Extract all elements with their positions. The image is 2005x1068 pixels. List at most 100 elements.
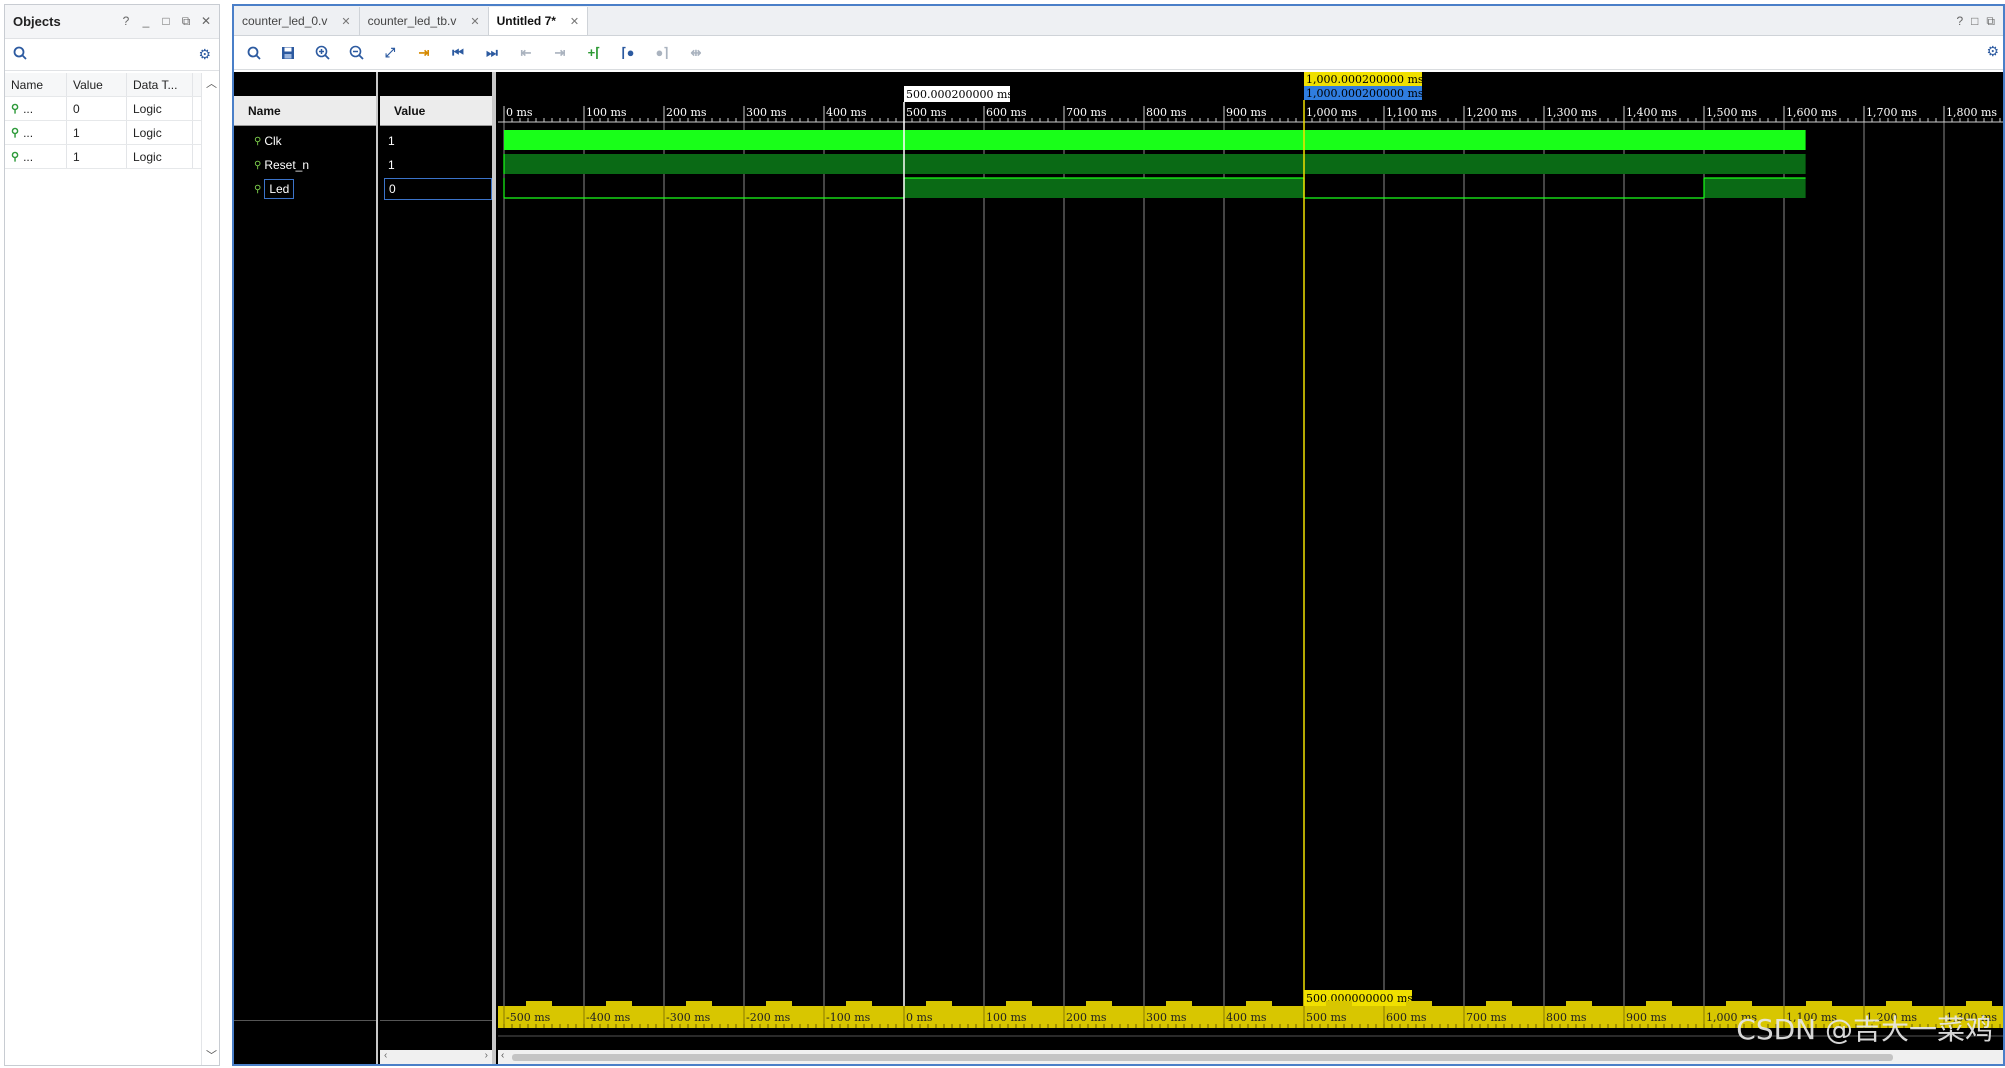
waveform-canvas[interactable]: 0 ms 100 ms 200 ms 300 ms 400 ms 500 ms 600 ms…	[498, 72, 2003, 1068]
ruler-tab	[1566, 1001, 1592, 1006]
next-marker-icon[interactable]: ●⌉	[652, 43, 672, 63]
ruler-tick-label: 600 ms	[986, 106, 1027, 119]
tab-close-icon[interactable]: ✕	[341, 15, 350, 28]
signal-name: Clk	[264, 134, 282, 148]
restore-icon[interactable]: ⧉	[179, 14, 193, 29]
maximize-icon[interactable]: ⧉	[1986, 14, 1995, 29]
scroll-left-icon[interactable]: ‹	[501, 1050, 504, 1061]
table-row[interactable]: ⚲... 1 Logic	[5, 145, 201, 169]
ruler-tab	[766, 1001, 792, 1006]
values-horizontal-scrollbar[interactable]: ‹ ›	[380, 1050, 492, 1064]
scroll-down-icon[interactable]: ﹀	[206, 1047, 217, 1063]
gear-icon[interactable]: ⚙	[198, 46, 211, 63]
go-to-time-zero-icon[interactable]: ⏮	[448, 43, 468, 63]
ruler-tab	[1886, 1001, 1912, 1006]
restore-icon[interactable]: □	[1971, 14, 1978, 29]
waveform-window: counter_led_0.v ✕ counter_led_tb.v ✕ Untit…	[232, 4, 2005, 1066]
ruler-tick-label: 900 ms	[1226, 106, 1267, 119]
signal-names-column: Name ⚲ Clk ⚲ Reset_n ⚲ Led	[234, 72, 378, 1064]
scroll-right-icon[interactable]: ›	[485, 1050, 488, 1061]
search-icon[interactable]	[13, 46, 27, 63]
zoom-out-icon[interactable]	[346, 43, 366, 63]
table-row[interactable]: ⚲... 1 Logic	[5, 121, 201, 145]
add-marker-icon[interactable]: +⌈	[584, 43, 604, 63]
table-row[interactable]: ⚲... 0 Logic	[5, 97, 201, 121]
close-icon[interactable]: ✕	[199, 14, 213, 29]
search-icon[interactable]	[244, 43, 264, 63]
ruler-tick-label: 1,800 ms	[1946, 106, 1997, 119]
go-to-cursor-icon[interactable]: ⇥	[414, 43, 434, 63]
value-column-header[interactable]: Value	[380, 96, 492, 126]
signal-name-row[interactable]: ⚲ Clk	[234, 130, 376, 152]
previous-marker-icon[interactable]: ⌈●	[618, 43, 638, 63]
ruler-tab	[526, 1001, 552, 1006]
ruler-tick-label: 100 ms	[586, 106, 627, 119]
go-to-last-time-icon[interactable]: ⏭	[482, 43, 502, 63]
ruler-tab	[1326, 1001, 1352, 1006]
waveform-horizontal-scrollbar[interactable]: ‹	[498, 1050, 2003, 1064]
tab-label: Untitled 7*	[496, 14, 556, 28]
ruler-tick-label: 1,500 ms	[1706, 106, 1757, 119]
object-name: ...	[23, 125, 34, 140]
tab-close-icon[interactable]: ✕	[570, 15, 579, 28]
waveform-toolbar: ⤢ ⇥ ⏮ ⏭ ⇤ ⇥ +⌈ ⌈● ●⌉ ⇹ ⚙	[234, 36, 2003, 70]
ruler-tab	[1406, 1001, 1432, 1006]
waveform-plot[interactable]: 0 ms 100 ms 200 ms 300 ms 400 ms 500 ms 600 ms…	[498, 72, 2003, 1064]
ruler-tick-label: 0 ms	[906, 1011, 933, 1024]
column-header-value[interactable]: Value	[67, 73, 127, 96]
signal-name[interactable]: Led	[264, 179, 295, 199]
ruler-tick-label: 300 ms	[746, 106, 787, 119]
scrollbar-thumb[interactable]	[512, 1054, 1893, 1061]
ruler-tick-label: 300 ms	[1146, 1011, 1187, 1024]
ruler-tab	[1086, 1001, 1112, 1006]
zoom-fit-icon[interactable]: ⤢	[380, 43, 400, 63]
ruler-tick-label: 700 ms	[1066, 106, 1107, 119]
column-header-type[interactable]: Data T...	[127, 73, 193, 96]
objects-table-header: Name Value Data T...	[5, 73, 201, 97]
tab-counter-led-0[interactable]: counter_led_0.v ✕	[234, 7, 360, 35]
objects-panel-header: Objects ? _ □ ⧉ ✕	[5, 5, 219, 39]
ruler-tab	[926, 1001, 952, 1006]
signal-name-row[interactable]: ⚲ Led	[234, 178, 376, 200]
minimize-icon[interactable]: _	[139, 14, 153, 29]
ruler-tick-label: 100 ms	[986, 1011, 1027, 1024]
save-icon[interactable]	[278, 43, 298, 63]
waveform-area: Name ⚲ Clk ⚲ Reset_n ⚲ Led Value 1 1 0 ‹	[234, 72, 2003, 1064]
logic-signal-icon: ⚲	[254, 183, 262, 195]
ruler-tick-label: 200 ms	[666, 106, 707, 119]
ruler-tick-label: -300 ms	[666, 1011, 711, 1024]
signal-value[interactable]: 0	[384, 178, 492, 200]
objects-search-bar: ⚙	[5, 39, 219, 71]
ruler-tick-label: 700 ms	[1466, 1011, 1507, 1024]
editor-tab-bar: counter_led_0.v ✕ counter_led_tb.v ✕ Untit…	[234, 6, 2003, 36]
objects-vertical-scrollbar[interactable]: ︿ ﹀	[201, 73, 219, 1065]
signal-name: Reset_n	[264, 158, 310, 172]
object-type: Logic	[127, 97, 193, 120]
ruler-tab	[1966, 1001, 1992, 1006]
maximize-icon[interactable]: □	[159, 14, 173, 29]
zoom-in-icon[interactable]	[312, 43, 332, 63]
tab-counter-led-tb[interactable]: counter_led_tb.v ✕	[360, 7, 489, 35]
scroll-left-icon[interactable]: ‹	[384, 1050, 387, 1061]
name-column-header[interactable]: Name	[234, 96, 376, 126]
signal-name-row[interactable]: ⚲ Reset_n	[234, 154, 376, 176]
reset-n-waveform	[504, 154, 1806, 174]
cursor-label-2: 1,000.000200000 ms	[1306, 87, 1424, 100]
ruler-tab	[1646, 1001, 1672, 1006]
ruler-tab	[1806, 1001, 1832, 1006]
ruler-tick-label: 1,200 ms	[1466, 106, 1517, 119]
scroll-up-icon[interactable]: ︿	[206, 75, 217, 91]
previous-transition-icon[interactable]: ⇤	[516, 43, 536, 63]
object-name: ...	[23, 149, 34, 164]
ruler-tick-label: 1,700 ms	[1866, 106, 1917, 119]
next-transition-icon[interactable]: ⇥	[550, 43, 570, 63]
swap-cursors-icon[interactable]: ⇹	[686, 43, 706, 63]
tab-untitled-7[interactable]: Untitled 7* ✕	[488, 7, 589, 35]
ruler-tab	[1006, 1001, 1032, 1006]
help-icon[interactable]: ?	[119, 14, 133, 29]
column-header-name[interactable]: Name	[5, 73, 67, 96]
help-icon[interactable]: ?	[1956, 14, 1963, 29]
ruler-tick-label: 1,000 ms	[1306, 106, 1357, 119]
tab-close-icon[interactable]: ✕	[470, 15, 479, 28]
gear-icon[interactable]: ⚙	[1986, 43, 1999, 60]
